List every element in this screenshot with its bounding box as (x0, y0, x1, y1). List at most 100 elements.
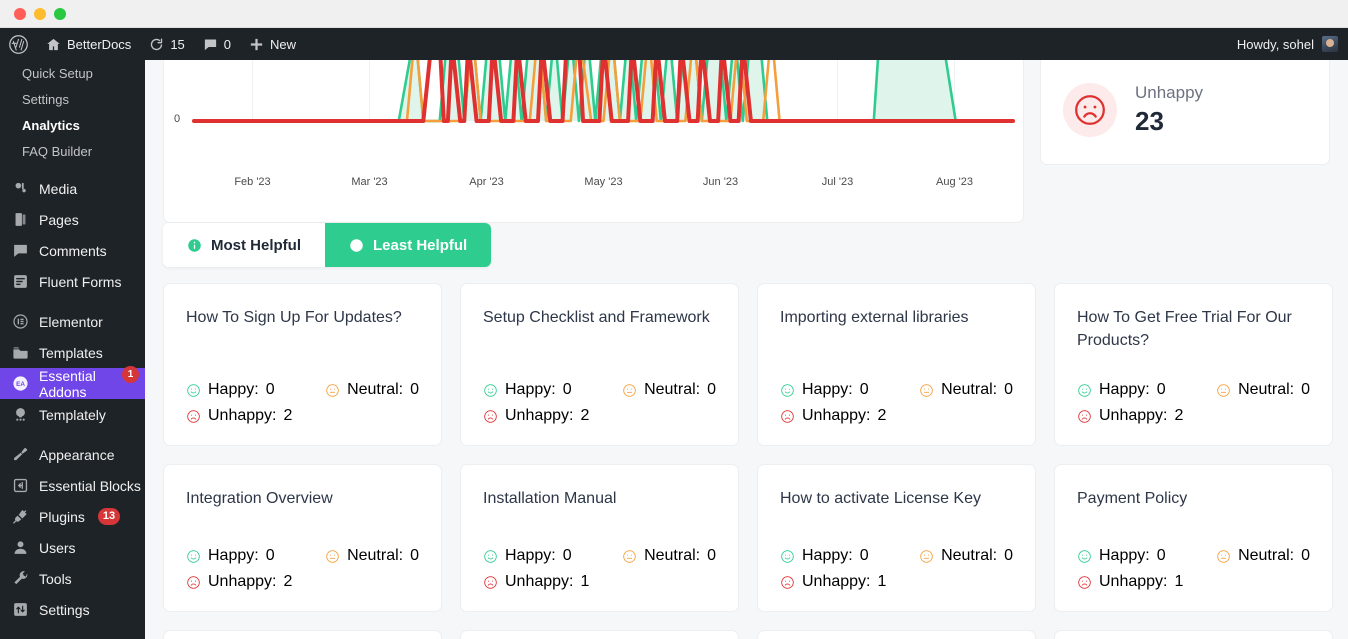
doc-card-title: How to activate License Key (780, 487, 1013, 510)
sidebar-item-users[interactable]: Users (0, 532, 145, 563)
tab-most-helpful[interactable]: Most Helpful (163, 223, 325, 267)
doc-feedback-card[interactable]: Importing external libraries Happy:0Neutr… (757, 283, 1036, 446)
stat-happy-value: 0 (563, 547, 572, 565)
stat-happy-label: Happy: (1099, 547, 1150, 565)
window-titlebar (0, 0, 1348, 28)
doc-feedback-card[interactable] (460, 630, 739, 639)
maximize-window-button[interactable] (54, 8, 66, 20)
sidebar-item-comments[interactable]: Comments (0, 235, 145, 266)
sidebar-item-tools[interactable]: Tools (0, 563, 145, 594)
submenu-item-faq-builder[interactable]: FAQ Builder (0, 138, 145, 164)
chart-x-tick: Apr '23 (469, 176, 504, 188)
sidebar-item-templately[interactable]: Templately (0, 399, 145, 430)
sidebar-item-media[interactable]: Media (0, 173, 145, 204)
sidebar-item-templates[interactable]: Templates (0, 337, 145, 368)
stat-happy: Happy:0 (1077, 547, 1216, 565)
stat-unhappy: Unhappy:2 (186, 573, 341, 591)
updates-menu[interactable]: 15 (140, 28, 193, 60)
tab-label: Most Helpful (211, 237, 301, 254)
submenu-item-quick-setup[interactable]: Quick Setup (0, 60, 145, 86)
doc-feedback-card[interactable]: Installation ManualHappy:0Neutral:0Unhap… (460, 464, 739, 612)
doc-feedback-card[interactable] (1054, 630, 1333, 639)
comments-menu[interactable]: 0 (194, 28, 240, 60)
sidebar-item-plugins[interactable]: Plugins13 (0, 501, 145, 532)
menu-separator (0, 164, 145, 173)
neutral-face-icon (325, 549, 340, 564)
stats-line-bottom: Unhappy:2 (483, 407, 716, 425)
stat-happy-label: Happy: (802, 381, 853, 399)
sidebar-item-fluent-forms[interactable]: Fluent Forms (0, 266, 145, 297)
stat-unhappy-label: Unhappy: (802, 573, 871, 591)
tab-least-helpful[interactable]: Least Helpful (325, 223, 491, 267)
doc-feedback-card[interactable]: How To Sign Up For Updates?Happy:0Neutra… (163, 283, 442, 446)
new-content-menu[interactable]: New (240, 28, 305, 60)
sidebar-item-label: Comments (39, 243, 107, 259)
stat-neutral-value: 0 (1301, 381, 1310, 399)
stat-neutral: Neutral:0 (325, 547, 419, 565)
chart-x-tick: Aug '23 (936, 176, 973, 188)
info-icon (349, 238, 364, 253)
happy-face-icon (1077, 383, 1092, 398)
users-icon (10, 538, 30, 558)
submenu-item-label: FAQ Builder (22, 144, 92, 159)
stat-happy: Happy:0 (483, 547, 622, 565)
helpfulness-tabs: Most Helpful Least Helpful (163, 223, 491, 267)
stat-neutral-label: Neutral: (1238, 381, 1294, 399)
templately-icon (10, 405, 30, 425)
doc-feedback-card[interactable]: How To Get Free Trial For Our Products?H… (1054, 283, 1333, 446)
sidebar-item-essential-blocks[interactable]: Essential Blocks (0, 470, 145, 501)
doc-card-stats: Happy:0Neutral:0Unhappy:1 (780, 547, 1013, 591)
doc-feedback-card[interactable] (757, 630, 1036, 639)
close-window-button[interactable] (14, 8, 26, 20)
menu-separator (0, 430, 145, 439)
stats-line-bottom: Unhappy:2 (186, 573, 419, 591)
site-name-menu[interactable]: BetterDocs (37, 28, 140, 60)
happy-face-icon (483, 549, 498, 564)
stat-happy-label: Happy: (208, 547, 259, 565)
sidebar-item-pages[interactable]: Pages (0, 204, 145, 235)
stat-unhappy-label: Unhappy: (1099, 407, 1168, 425)
account-menu[interactable]: Howdy, sohel (1237, 36, 1348, 52)
sidebar-item-label: Templately (39, 407, 106, 423)
sidebar-item-flexia[interactable]: Flexia (0, 634, 145, 639)
tab-label: Least Helpful (373, 237, 467, 254)
home-icon (46, 37, 61, 52)
forms-icon (10, 272, 30, 292)
menu-separator (0, 297, 145, 306)
stats-line-top: Happy:0Neutral:0 (1077, 381, 1310, 399)
submenu-item-settings[interactable]: Settings (0, 86, 145, 112)
stat-neutral-label: Neutral: (347, 547, 403, 565)
neutral-face-icon (325, 383, 340, 398)
sidebar-item-appearance[interactable]: Appearance (0, 439, 145, 470)
comment-bubble-icon (203, 37, 218, 52)
doc-feedback-card[interactable]: How to activate License Key Happy:0Neutra… (757, 464, 1036, 612)
neutral-face-icon (919, 383, 934, 398)
stat-unhappy-label: Unhappy: (802, 407, 871, 425)
stat-neutral-label: Neutral: (347, 381, 403, 399)
happy-face-icon (483, 383, 498, 398)
stats-line-top: Happy:0Neutral:0 (780, 381, 1013, 399)
stat-unhappy-value: 2 (878, 407, 887, 425)
doc-card-stats: Happy:0Neutral:0Unhappy:2 (186, 547, 419, 591)
media-icon (10, 179, 30, 199)
chart-x-tick: Jun '23 (703, 176, 738, 188)
new-content-label: New (270, 37, 296, 52)
admin-menu-list: MediaPages Comments Fluent Forms Elementor T… (0, 164, 145, 639)
minimize-window-button[interactable] (34, 8, 46, 20)
stat-happy-label: Happy: (802, 547, 853, 565)
sidebar-item-label: Essential Blocks (39, 478, 141, 494)
doc-card-title: Integration Overview (186, 487, 419, 510)
sidebar-item-essential-addons[interactable]: EAEssential Addons1 (0, 368, 145, 399)
doc-feedback-card[interactable] (163, 630, 442, 639)
betterdocs-submenu: Quick SetupSettingsAnalytics FAQ Builder (0, 60, 145, 164)
doc-feedback-card[interactable]: Payment PolicyHappy:0Neutral:0Unhappy:1 (1054, 464, 1333, 612)
stat-happy-value: 0 (563, 381, 572, 399)
doc-card-title: Importing external libraries (780, 306, 1013, 329)
sidebar-item-settings[interactable]: Settings (0, 594, 145, 625)
doc-feedback-card[interactable]: Integration OverviewHappy:0Neutral:0Unha… (163, 464, 442, 612)
submenu-item-analytics[interactable]: Analytics (0, 112, 145, 138)
sidebar-item-elementor[interactable]: Elementor (0, 306, 145, 337)
wordpress-logo-menu[interactable] (0, 28, 37, 60)
doc-feedback-card[interactable]: Setup Checklist and FrameworkHappy:0Neut… (460, 283, 739, 446)
sidebar-item-label: Elementor (39, 314, 103, 330)
